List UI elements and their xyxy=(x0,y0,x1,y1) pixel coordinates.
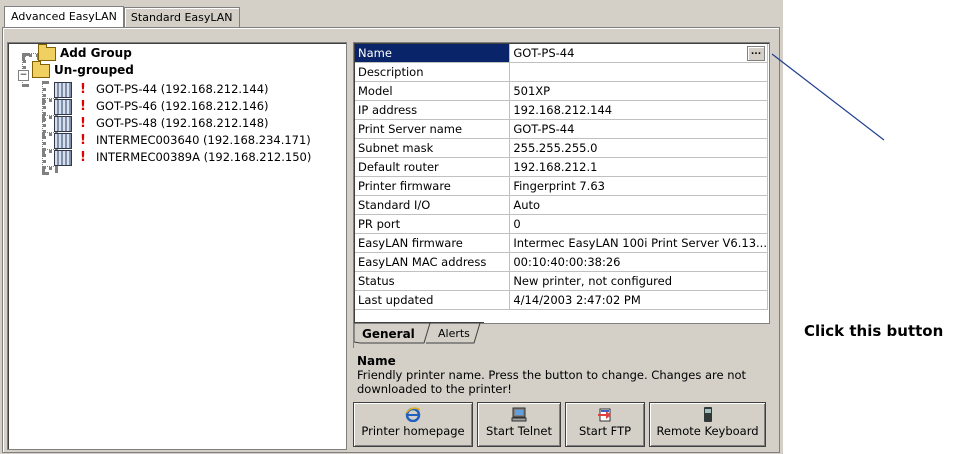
property-value: 255.255.255.0 xyxy=(509,138,768,158)
tree-printer-item[interactable]: ! GOT-PS-48 (192.168.212.148) xyxy=(54,115,269,132)
property-row[interactable]: EasyLAN MAC address 00:10:40:00:38:26 xyxy=(355,252,768,272)
tree-node-ungrouped[interactable]: Un-grouped xyxy=(32,60,134,79)
tree-printer-item[interactable]: ! GOT-PS-44 (192.168.212.144) xyxy=(54,81,269,98)
top-tabs: Advanced EasyLAN Standard EasyLAN xyxy=(4,6,240,27)
property-key: EasyLAN MAC address xyxy=(355,252,511,272)
start-telnet-button[interactable]: Start Telnet xyxy=(477,402,561,447)
printer-icon xyxy=(54,81,72,98)
tree-printer-item[interactable]: ! INTERMEC00389A (192.168.212.150) xyxy=(54,149,311,166)
tree-printer-item[interactable]: ! GOT-PS-46 (192.168.212.146) xyxy=(54,98,269,115)
printer-icon xyxy=(54,115,72,132)
property-value: Intermec EasyLAN 100i Print Server V6.13… xyxy=(509,233,768,253)
property-row[interactable]: Last updated 4/14/2003 2:47:02 PM xyxy=(355,290,768,310)
property-key: Name xyxy=(355,44,511,63)
property-row[interactable]: Model 501XP xyxy=(355,81,768,101)
property-value: Fingerprint 7.63 xyxy=(509,176,768,196)
property-key: IP address xyxy=(355,100,511,120)
property-row[interactable]: Standard I/O Auto xyxy=(355,195,768,215)
tab-alerts[interactable]: Alerts xyxy=(432,324,476,344)
property-table: Name GOT-PS-44 Description Model 501XP IP add… xyxy=(355,44,768,310)
tab-advanced-easylan[interactable]: Advanced EasyLAN xyxy=(4,6,124,27)
property-value: 501XP xyxy=(509,81,768,101)
callout-label: Click this button xyxy=(804,322,944,340)
browser-icon xyxy=(405,407,421,422)
property-value: 0 xyxy=(509,214,768,234)
property-value: 192.168.212.144 xyxy=(509,100,768,120)
folder-icon xyxy=(32,60,50,78)
collapse-icon[interactable]: − xyxy=(18,70,29,81)
property-value: 192.168.212.1 xyxy=(509,157,768,177)
description-body: Friendly printer name. Press the button … xyxy=(357,368,747,396)
property-key: Printer firmware xyxy=(355,176,511,196)
property-row[interactable]: Subnet mask 255.255.255.0 xyxy=(355,138,768,158)
property-row[interactable]: PR port 0 xyxy=(355,214,768,234)
property-key: Print Server name xyxy=(355,119,511,139)
property-value xyxy=(509,62,768,82)
property-value: GOT-PS-44 xyxy=(509,119,768,139)
property-key: EasyLAN firmware xyxy=(355,233,511,253)
property-key: Last updated xyxy=(355,290,511,310)
property-row[interactable]: Status New printer, not configured xyxy=(355,271,768,291)
property-row[interactable]: Print Server name GOT-PS-44 xyxy=(355,119,768,139)
keyboard-icon xyxy=(703,407,712,422)
warning-icon: ! xyxy=(80,150,86,165)
start-ftp-button[interactable]: Start FTP xyxy=(565,402,645,447)
warning-icon: ! xyxy=(80,99,86,114)
property-value: New printer, not configured xyxy=(509,271,768,291)
tab-general[interactable]: General xyxy=(356,324,421,344)
remote-keyboard-button[interactable]: Remote Keyboard xyxy=(649,402,766,447)
property-row[interactable]: Default router 192.168.212.1 xyxy=(355,157,768,177)
folder-icon xyxy=(38,43,56,61)
property-key: Subnet mask xyxy=(355,138,511,158)
warning-icon: ! xyxy=(80,133,86,148)
printer-homepage-button[interactable]: Printer homepage xyxy=(353,402,473,447)
description-title: Name xyxy=(357,354,396,368)
printer-icon xyxy=(54,149,72,166)
warning-icon: ! xyxy=(80,116,86,131)
property-value: 4/14/2003 2:47:02 PM xyxy=(509,290,768,310)
easylan-window: Advanced EasyLAN Standard EasyLAN − Add … xyxy=(0,0,783,454)
property-value: 00:10:40:00:38:26 xyxy=(509,252,768,272)
warning-icon: ! xyxy=(80,82,86,97)
tab-standard-easylan[interactable]: Standard EasyLAN xyxy=(123,7,240,27)
property-value: Auto xyxy=(509,195,768,215)
tree-node-add-group[interactable]: Add Group xyxy=(38,43,132,62)
property-key: Standard I/O xyxy=(355,195,511,215)
printer-icon xyxy=(54,132,72,149)
property-key: Model xyxy=(355,81,511,101)
telnet-icon xyxy=(511,407,527,422)
printer-icon xyxy=(54,98,72,115)
property-grid: Name GOT-PS-44 Description Model 501XP IP add… xyxy=(353,42,770,324)
property-key: Default router xyxy=(355,157,511,177)
property-key: Description xyxy=(355,62,511,82)
property-row[interactable]: Printer firmware Fingerprint 7.63 xyxy=(355,176,768,196)
callout-line xyxy=(771,53,885,141)
property-key: PR port xyxy=(355,214,511,234)
tree-printer-item[interactable]: ! INTERMEC003640 (192.168.234.171) xyxy=(54,132,311,149)
property-key: Status xyxy=(355,271,511,291)
ftp-icon xyxy=(598,408,611,422)
property-row[interactable]: IP address 192.168.212.144 xyxy=(355,100,768,120)
property-description: Name Friendly printer name. Press the bu… xyxy=(353,348,768,400)
property-tabs: General Alerts xyxy=(353,322,769,348)
printer-tree[interactable]: − Add Group Un-grouped ! GOT-PS-44 (192.… xyxy=(7,42,347,450)
property-value: GOT-PS-44 xyxy=(509,44,768,63)
property-row[interactable]: Name GOT-PS-44 xyxy=(355,44,768,63)
property-row[interactable]: EasyLAN firmware Intermec EasyLAN 100i Pr… xyxy=(355,233,768,253)
property-row[interactable]: Description xyxy=(355,62,768,82)
